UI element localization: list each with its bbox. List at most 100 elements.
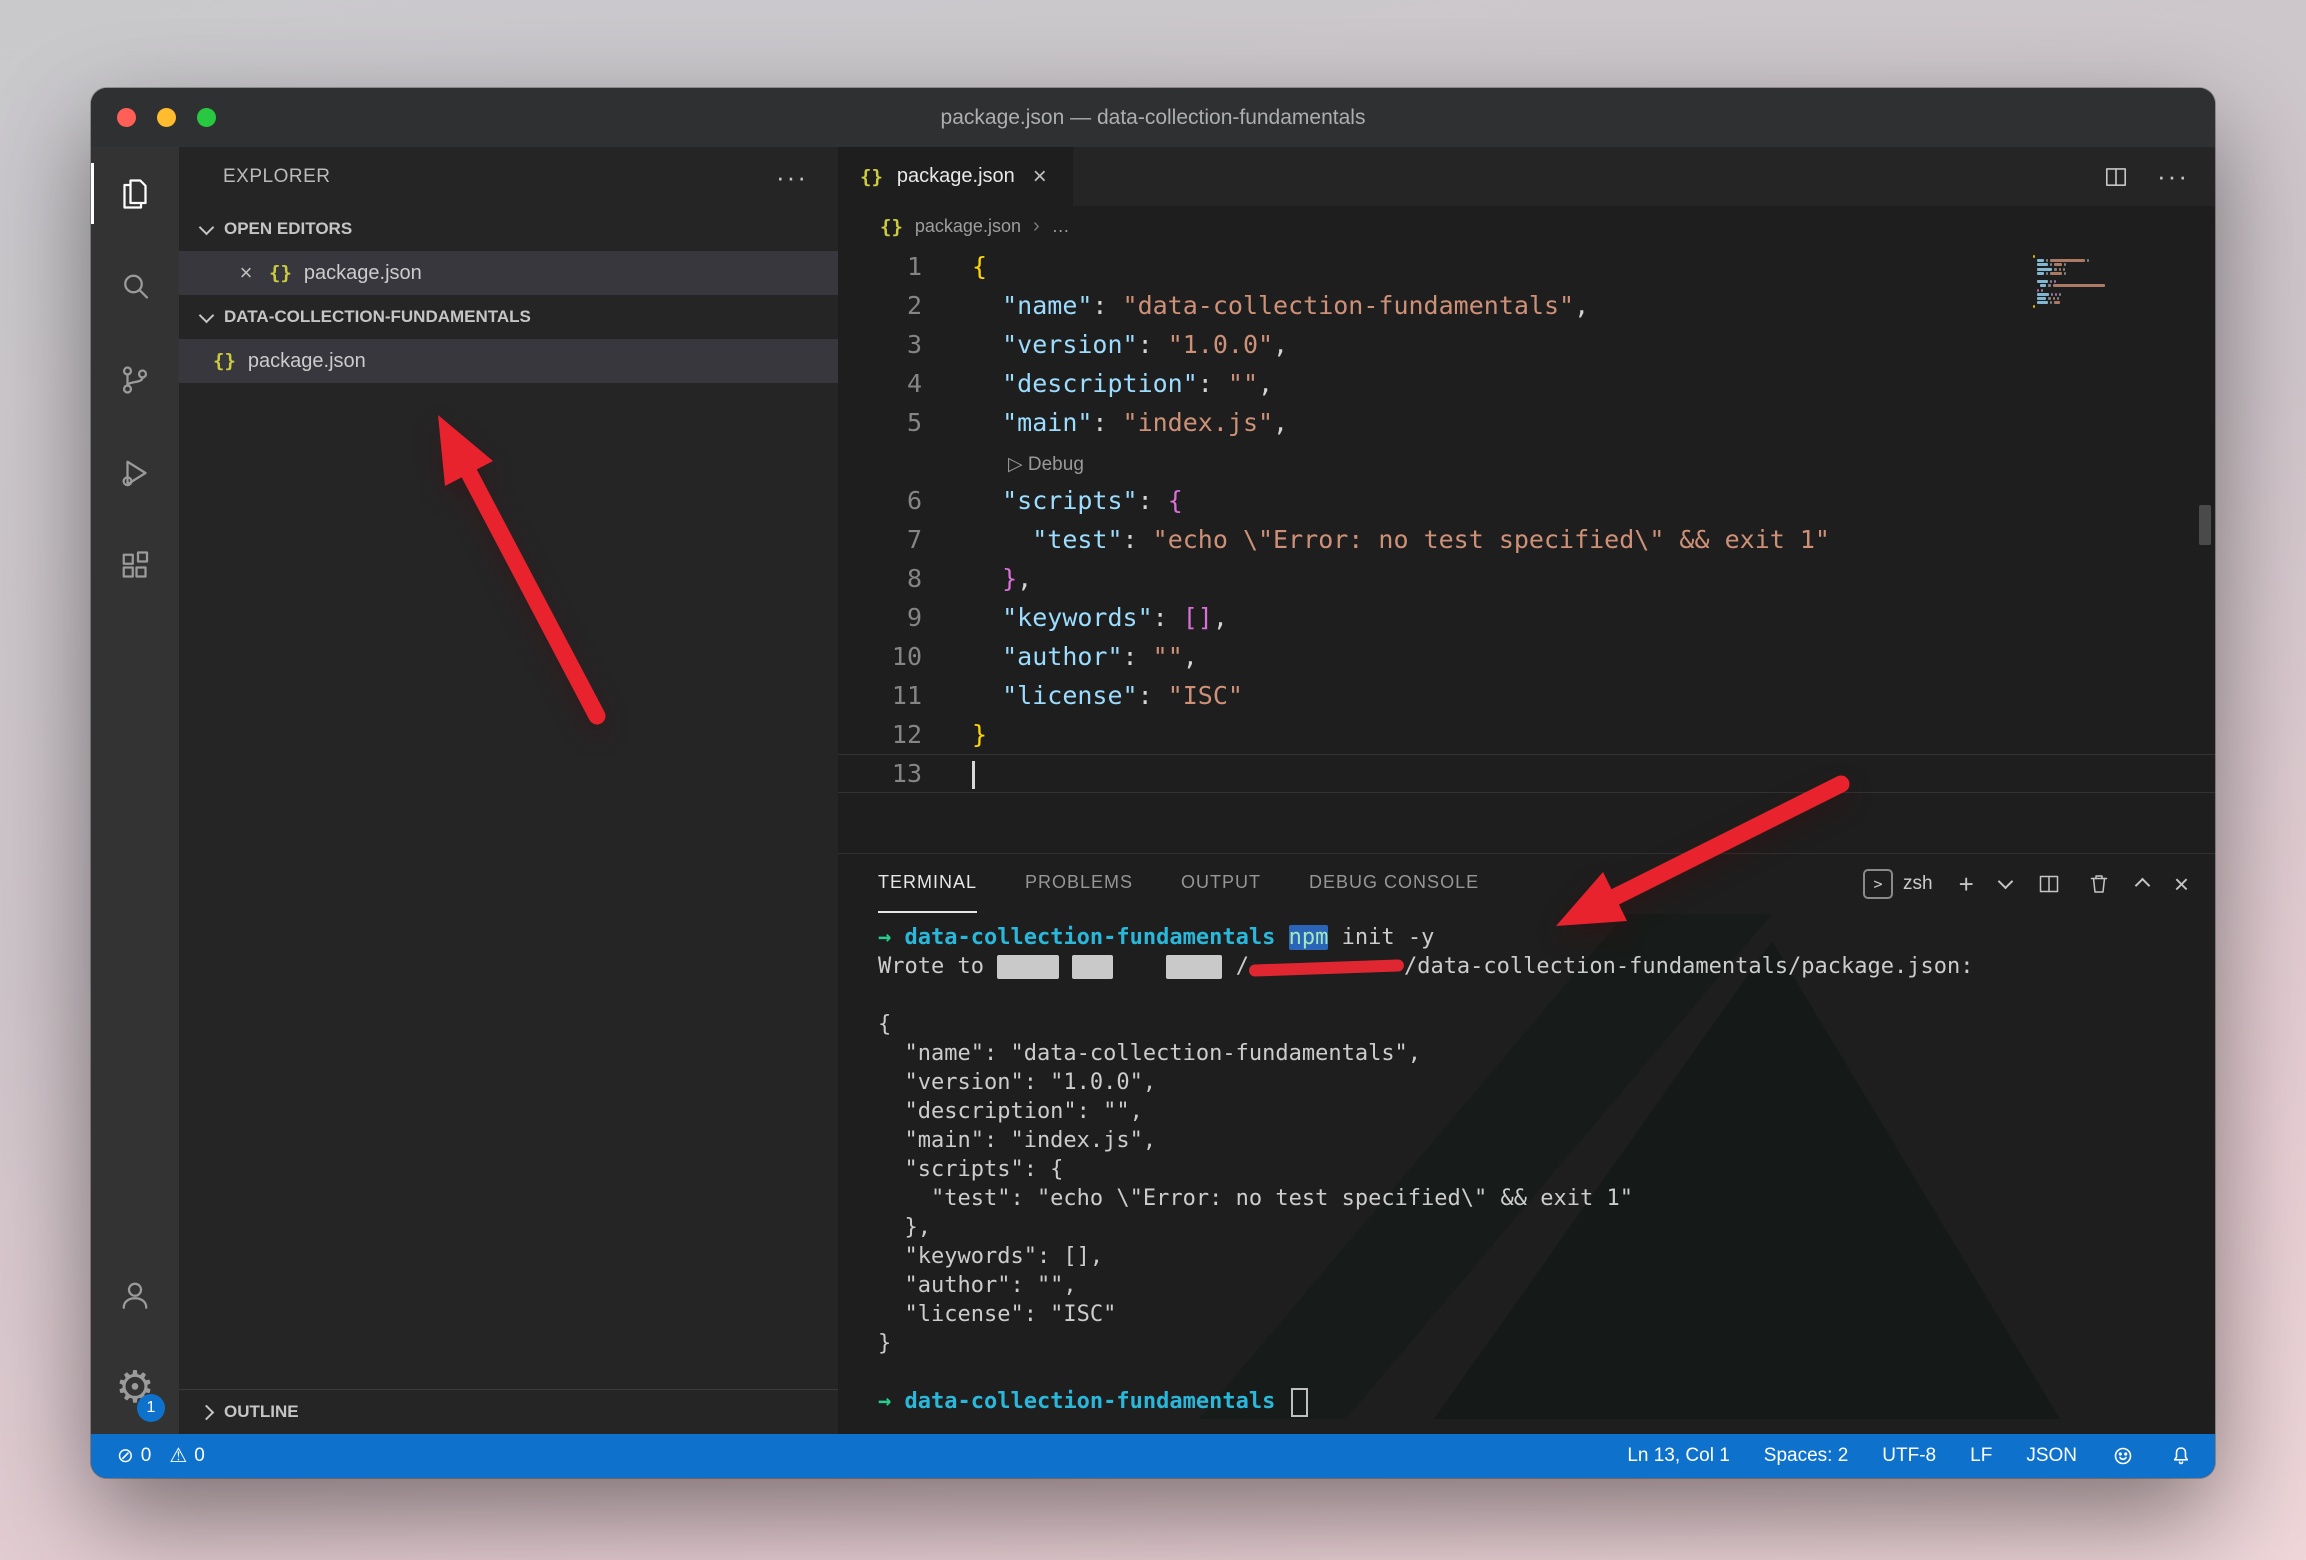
terminal-line: "main": "index.js", <box>878 1126 2215 1155</box>
breadcrumb[interactable]: {} package.json › … <box>838 206 2215 247</box>
chevron-right-icon <box>199 1404 215 1420</box>
line-number: 12 <box>838 715 922 754</box>
terminal-line: "keywords": [], <box>878 1242 2215 1271</box>
code-line[interactable]: 13 <box>838 754 2215 793</box>
close-window-button[interactable] <box>117 108 136 127</box>
code-line[interactable]: 2 "name": "data-collection-fundamentals"… <box>838 286 2215 325</box>
chevron-down-icon <box>199 219 215 235</box>
terminal-line: "description": "", <box>878 1097 2215 1126</box>
problems-warnings[interactable]: ⚠ 0 <box>169 1445 205 1467</box>
minimize-window-button[interactable] <box>157 108 176 127</box>
bottom-panel: TERMINAL PROBLEMS OUTPUT DEBUG CONSOLE > zs… <box>838 853 2215 1434</box>
status-indentation[interactable]: Spaces: 2 <box>1764 1445 1849 1467</box>
editor-more-actions-button[interactable]: ··· <box>2157 161 2189 192</box>
close-editor-icon[interactable]: × <box>235 260 257 286</box>
code-line[interactable]: 6 "scripts": { <box>838 481 2215 520</box>
code-line[interactable]: 7 "test": "echo \"Error: no test specifi… <box>838 520 2215 559</box>
line-number: 9 <box>838 598 922 637</box>
kill-terminal-trash-icon[interactable] <box>2087 872 2111 896</box>
terminal-output[interactable]: → data-collection-fundamentals npm init … <box>838 913 2215 1434</box>
activity-bar-extensions[interactable] <box>91 519 179 612</box>
explorer-more-actions-button[interactable]: ··· <box>776 162 838 193</box>
code-line[interactable]: 10 "author": "", <box>838 637 2215 676</box>
panel-tab-output[interactable]: OUTPUT <box>1181 854 1261 913</box>
activity-bar-accounts[interactable] <box>91 1248 179 1341</box>
line-number: 4 <box>838 364 922 403</box>
code-line[interactable]: 12} <box>838 715 2215 754</box>
panel-tab-debug-console[interactable]: DEBUG CONSOLE <box>1309 854 1479 913</box>
code-line[interactable]: 9 "keywords": [], <box>838 598 2215 637</box>
line-number: 6 <box>838 481 922 520</box>
line-number: 13 <box>838 754 922 793</box>
line-number: 5 <box>838 403 922 442</box>
terminal-line: "name": "data-collection-fundamentals", <box>878 1039 2215 1068</box>
file-item-package-json[interactable]: {} package.json <box>179 339 838 383</box>
tab-label: package.json <box>897 165 1015 188</box>
line-number: 2 <box>838 286 922 325</box>
line-number <box>838 442 922 481</box>
breadcrumb-node[interactable]: … <box>1052 216 1070 237</box>
code-line[interactable]: 8 }, <box>838 559 2215 598</box>
open-editor-item-package-json[interactable]: × {} package.json <box>179 251 838 295</box>
breadcrumb-file[interactable]: package.json <box>915 216 1021 237</box>
terminal-line: Wrote to //data-collection-fundamentals/… <box>878 952 2215 981</box>
redaction-box <box>1166 955 1222 979</box>
terminal-line: "version": "1.0.0", <box>878 1068 2215 1097</box>
status-encoding[interactable]: UTF-8 <box>1882 1445 1936 1467</box>
desktop-background: package.json — data-collection-fundament… <box>0 0 2306 1560</box>
status-cursor-position[interactable]: Ln 13, Col 1 <box>1627 1445 1729 1467</box>
open-editors-section-header[interactable]: OPEN EDITORS <box>179 207 838 251</box>
git-branch-icon <box>117 362 153 398</box>
run-debug-icon <box>117 455 153 491</box>
terminal-cursor <box>1291 1388 1308 1417</box>
terminal-line: "license": "ISC" <box>878 1300 2215 1329</box>
terminal-profile-chip[interactable]: > zsh <box>1863 869 1933 899</box>
terminal-prompt-icon: > <box>1863 869 1893 899</box>
editor-tab-package-json[interactable]: {} package.json × <box>838 147 1073 206</box>
terminal-line: }, <box>878 1213 2215 1242</box>
breadcrumb-separator-icon: › <box>1033 215 1040 238</box>
editor-group: {} package.json × ··· {} package.json › <box>838 147 2215 1434</box>
close-panel-button[interactable]: × <box>2174 871 2189 897</box>
split-editor-icon[interactable] <box>2103 164 2129 190</box>
activity-bar-settings[interactable]: ⚙ 1 <box>91 1341 179 1434</box>
folder-section-header[interactable]: DATA-COLLECTION-FUNDAMENTALS <box>179 295 838 339</box>
vscode-window: package.json — data-collection-fundament… <box>91 88 2215 1478</box>
code-line[interactable]: 11 "license": "ISC" <box>838 676 2215 715</box>
feedback-smiley-icon[interactable] <box>2111 1444 2135 1468</box>
activity-bar-run-debug[interactable] <box>91 426 179 519</box>
minimap[interactable] <box>2033 255 2193 314</box>
code-line[interactable]: 5 "main": "index.js", <box>838 403 2215 442</box>
codelens-debug-action[interactable]: ▷ Debug <box>1008 454 1084 475</box>
code-editor[interactable]: 1{2 "name": "data-collection-fundamental… <box>838 247 2215 853</box>
red-scribble-redaction <box>1249 955 1404 979</box>
json-file-icon: {} <box>860 166 883 188</box>
panel-tab-terminal[interactable]: TERMINAL <box>878 854 977 913</box>
redaction-box <box>1072 955 1113 979</box>
panel-tabs: TERMINAL PROBLEMS OUTPUT DEBUG CONSOLE <box>878 854 1527 913</box>
status-bar-right: Ln 13, Col 1 Spaces: 2 UTF-8 LF JSON <box>1627 1444 2193 1468</box>
code-line[interactable]: 4 "description": "", <box>838 364 2215 403</box>
status-language-mode[interactable]: JSON <box>2026 1445 2077 1467</box>
notifications-bell-icon[interactable] <box>2169 1444 2193 1468</box>
zoom-window-button[interactable] <box>197 108 216 127</box>
activity-bar-search[interactable] <box>91 240 179 333</box>
editor-tab-bar: {} package.json × ··· <box>838 147 2215 206</box>
activity-bar-explorer[interactable] <box>91 147 179 240</box>
codelens-row[interactable]: ▷ Debug <box>838 442 2215 481</box>
terminal-line <box>878 981 2215 1010</box>
split-terminal-icon[interactable] <box>2037 872 2061 896</box>
problems-errors[interactable]: ⊘ 0 <box>117 1445 151 1467</box>
code-line[interactable]: 1{ <box>838 247 2215 286</box>
close-tab-icon[interactable]: × <box>1029 163 1051 191</box>
status-eol[interactable]: LF <box>1970 1445 1992 1467</box>
editor-scrollbar-thumb[interactable] <box>2199 505 2211 545</box>
open-editor-file-name: package.json <box>304 262 422 285</box>
activity-bar-source-control[interactable] <box>91 333 179 426</box>
panel-tab-problems[interactable]: PROBLEMS <box>1025 854 1133 913</box>
outline-section-header[interactable]: OUTLINE <box>179 1389 838 1434</box>
maximize-panel-chevron-up-icon[interactable] <box>2135 878 2151 894</box>
new-terminal-button[interactable]: + <box>1959 871 1974 897</box>
code-line[interactable]: 3 "version": "1.0.0", <box>838 325 2215 364</box>
terminal-dropdown-chevron-icon[interactable] <box>1998 874 2014 890</box>
